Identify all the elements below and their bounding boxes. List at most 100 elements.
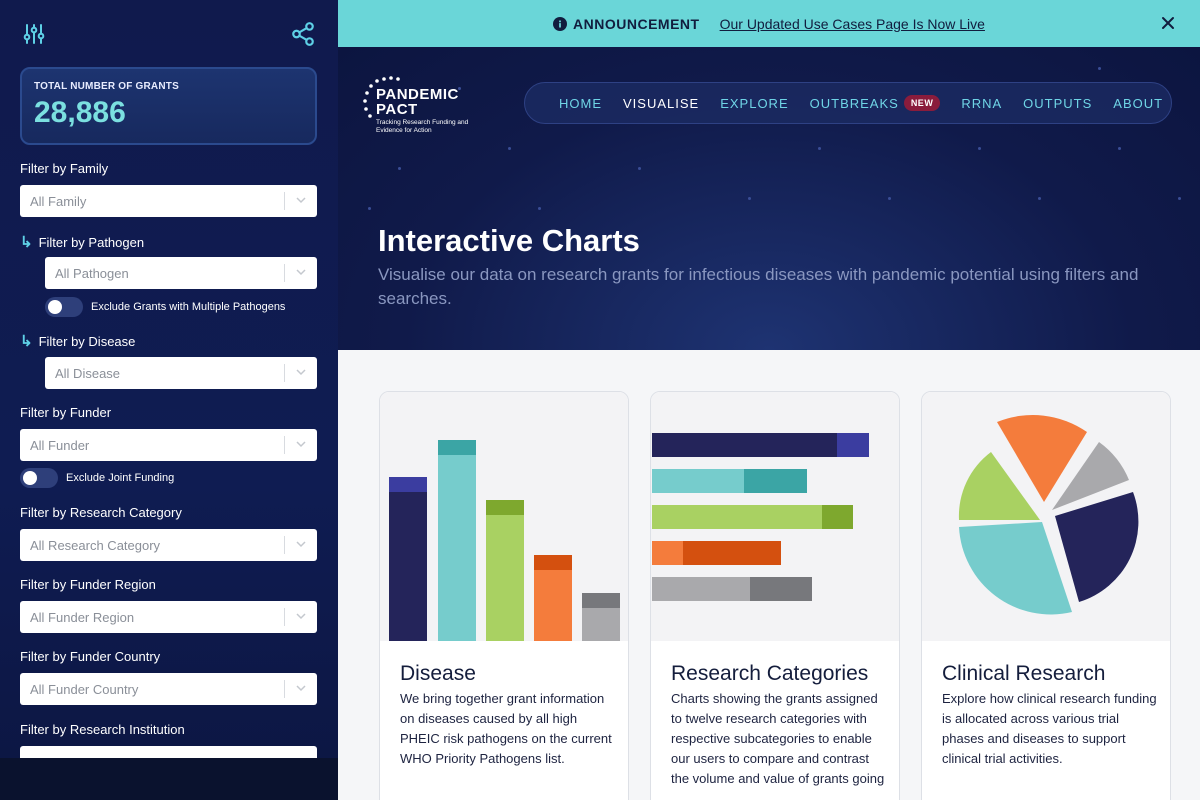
funder-select-value: All Funder [30,437,90,453]
star-dot [508,147,511,150]
chevron-down-icon [296,613,306,620]
research-category-select-value: All Research Category [30,537,161,553]
sub-filter-arrow-icon: ↳ [20,234,33,251]
card-title: Clinical Research [942,662,1106,685]
family-select[interactable]: All Family [20,185,317,217]
clinical-research-card[interactable]: Clinical Research Explore how clinical r… [921,391,1171,800]
pathogen-select[interactable]: All Pathogen [45,257,317,289]
chevron-down-icon [296,369,306,376]
star-dot [888,197,891,200]
illustration-bar-cap [534,555,572,570]
disease-select[interactable]: All Disease [45,357,317,389]
nav-rrna[interactable]: RRNA [961,96,1002,111]
sidebar-footer-bar [0,758,338,800]
chevron-down-icon [296,441,306,448]
funder-country-select[interactable]: All Funder Country [20,673,317,705]
illustration-bar-cap [744,469,807,493]
nav-home[interactable]: HOME [559,96,602,111]
funder-country-select-value: All Funder Country [30,681,139,697]
page-title: Interactive Charts [378,223,640,258]
filter-family-label: Filter by Family [20,161,109,176]
nav-outputs[interactable]: OUTPUTS [1023,96,1092,111]
exclude-joint-funding-toggle[interactable] [20,468,58,488]
clinical-research-card-illustration [922,392,1170,641]
illustration-bar-cap [486,500,524,515]
card-text: Explore how clinical research funding is… [942,691,1157,766]
illustration-bar-cap [683,541,781,565]
star-dot [638,167,641,170]
funder-region-select[interactable]: All Funder Region [20,601,317,633]
funder-region-select-value: All Funder Region [30,609,135,625]
exclude-joint-funding-row: Exclude Joint Funding [20,468,174,488]
research-category-select[interactable]: All Research Category [20,529,317,561]
filter-research-category-label: Filter by Research Category [20,505,182,520]
pie-slice [1055,492,1139,602]
new-badge: NEW [903,95,941,111]
illustration-bar-cap [389,477,427,492]
pie-slice [959,522,1072,615]
disease-select-value: All Disease [55,365,121,381]
nav-about[interactable]: ABOUT [1113,96,1163,111]
pie-chart-illustration [958,415,1139,615]
illustration-bar-cap [582,593,620,608]
hero-section: PANDEMIC PACT Tracking Research Funding … [338,47,1200,350]
nav-explore[interactable]: EXPLORE [720,96,788,111]
filter-disease-row: ↳ Filter by Disease [20,332,135,350]
bar-chart-illustration [389,440,620,641]
filter-sidebar: TOTAL NUMBER OF GRANTS 28,886 Filter by … [0,0,338,800]
exclude-multiple-pathogens-label: Exclude Grants with Multiple Pathogens [91,301,286,313]
star-dot [978,147,981,150]
info-icon [553,16,568,31]
nav-outbreaks[interactable]: OUTBREAKS NEW [810,95,941,111]
chevron-down-icon [296,197,306,204]
funder-select[interactable]: All Funder [20,429,317,461]
family-select-value: All Family [30,193,87,209]
nav-visualise[interactable]: VISUALISE [623,96,699,111]
share-icon[interactable] [289,20,317,48]
announcement-link[interactable]: Our Updated Use Cases Page Is Now Live [720,16,985,32]
illustration-bar-cap [438,440,476,455]
disease-card[interactable]: Disease We bring together grant informat… [379,391,629,800]
horizontal-bar-illustration [652,433,869,601]
star-dot [1178,197,1181,200]
filter-settings-icon[interactable] [20,20,48,48]
filter-funder-region-label: Filter by Funder Region [20,577,156,592]
total-grants-card: TOTAL NUMBER OF GRANTS 28,886 [20,67,317,145]
filter-funder-label: Filter by Funder [20,405,112,420]
illustration-bar-cap [822,505,853,529]
pandemic-pact-logo[interactable]: PANDEMIC PACT Tracking Research Funding … [362,71,482,137]
chevron-down-icon [296,685,306,692]
star-dot [818,147,821,150]
pathogen-select-value: All Pathogen [55,265,129,281]
card-title: Disease [400,662,476,685]
logo-tagline: Tracking Research Funding and Evidence f… [376,119,469,134]
filter-pathogen-label: Filter by Pathogen [38,235,145,250]
select-divider [284,192,285,210]
exclude-joint-funding-label: Exclude Joint Funding [66,472,175,484]
announcement-title: ANNOUNCEMENT [573,15,700,32]
filter-pathogen-row: ↳ Filter by Pathogen [20,233,144,251]
disease-card-illustration [380,392,628,641]
illustration-bar-cap [837,433,869,457]
select-divider [284,364,285,382]
main-nav: HOME VISUALISE EXPLORE OUTBREAKS NEW RRN… [524,82,1172,124]
star-dot [398,167,401,170]
research-categories-card[interactable]: Research Categories Charts showing the g… [650,391,900,800]
star-dot [1038,197,1041,200]
sidebar-toolbar [0,0,338,66]
illustration-bar [652,433,869,457]
logo-title-line1: PANDEMIC [376,86,459,103]
star-dot [1118,147,1121,150]
total-grants-value: 28,886 [34,96,126,129]
close-icon[interactable] [1160,15,1176,31]
illustration-bar-cap [750,577,812,601]
sub-filter-arrow-icon: ↳ [20,333,33,350]
illustration-bar [389,477,427,641]
exclude-multiple-pathogens-toggle[interactable] [45,297,83,317]
chevron-down-icon [296,269,306,276]
star-dot [1098,67,1101,70]
star-dot [538,207,541,210]
select-divider [284,680,285,698]
chevron-down-icon [296,541,306,548]
page-subtitle: Visualise our data on research grants fo… [378,265,1139,308]
